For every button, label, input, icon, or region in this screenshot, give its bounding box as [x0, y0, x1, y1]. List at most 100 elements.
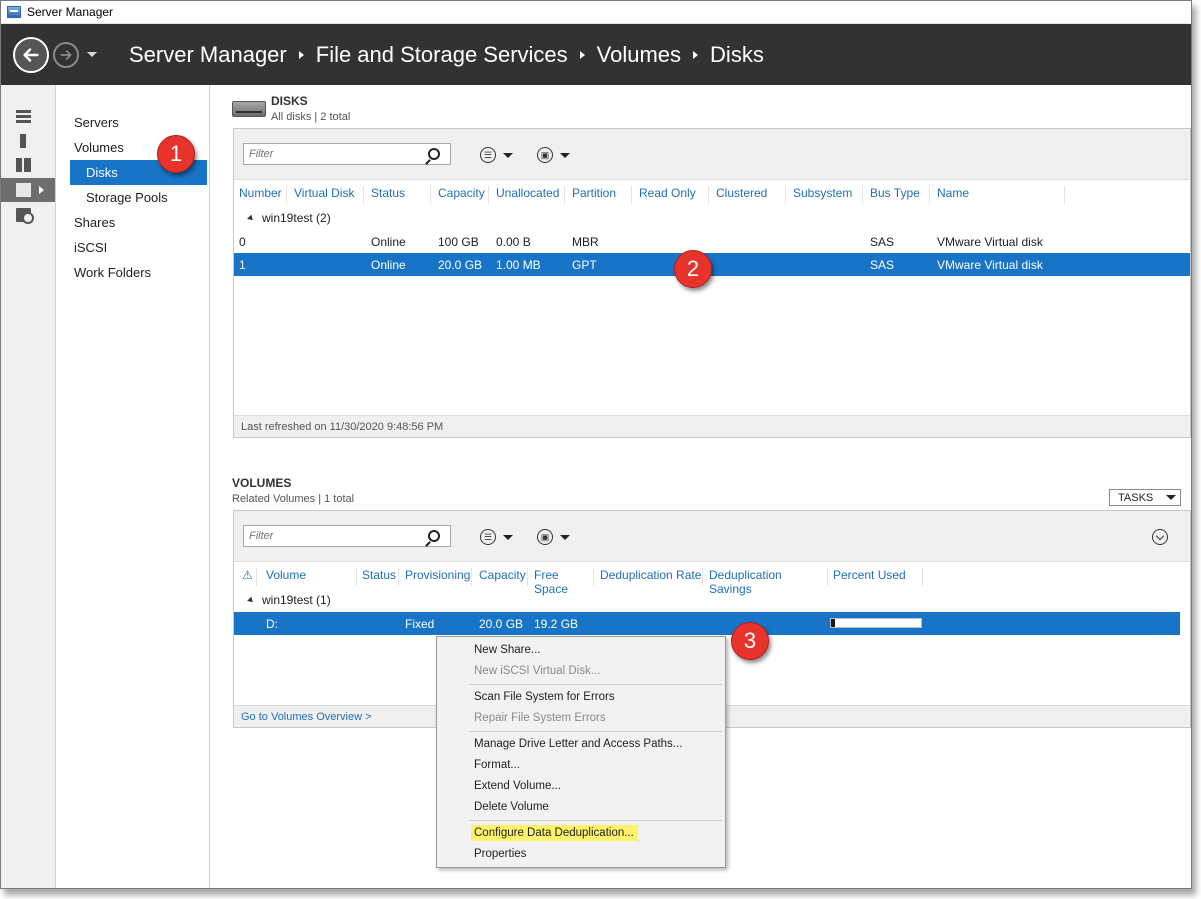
- col-status[interactable]: Status: [357, 568, 399, 586]
- breadcrumb-volumes[interactable]: Volumes: [597, 42, 681, 68]
- col-dedup-rate[interactable]: Deduplication Rate: [595, 568, 703, 586]
- col-unallocated[interactable]: Unallocated: [491, 186, 565, 204]
- col-virtual-disk[interactable]: Virtual Disk: [289, 186, 364, 204]
- collapse-triangle-icon[interactable]: [247, 214, 255, 223]
- disks-header: DISKS All disks | 2 total: [271, 94, 350, 123]
- all-servers-nav[interactable]: [1, 153, 55, 177]
- col-clustered[interactable]: Clustered: [711, 186, 786, 204]
- callout-badge-2: 2: [674, 250, 712, 288]
- col-capacity[interactable]: Capacity: [474, 568, 528, 586]
- volumes-group-label: win19test (1): [262, 593, 331, 607]
- cell-unallocated: 0.00 B: [496, 235, 531, 249]
- cell-volume: D:: [266, 617, 278, 631]
- save-query-icon: ▣: [537, 147, 553, 163]
- col-volume[interactable]: Volume: [261, 568, 357, 586]
- menu-label: Format...: [474, 759, 521, 771]
- disks-save-query-button[interactable]: ▣: [537, 147, 570, 163]
- recent-pages-dropdown[interactable]: [87, 52, 97, 57]
- volumes-header: VOLUMES Related Volumes | 1 total: [232, 476, 354, 505]
- cell-free-space: 19.2 GB: [534, 617, 579, 631]
- callout-badge-1: 1: [157, 135, 195, 173]
- subnav-servers[interactable]: Servers: [56, 110, 209, 135]
- disks-group-label: win19test (2): [262, 211, 331, 225]
- disks-panel: ☰ ▣ Number Virtual Disk Status Capacity …: [233, 128, 1191, 438]
- breadcrumb-file-storage[interactable]: File and Storage Services: [316, 42, 568, 68]
- back-button[interactable]: [13, 36, 49, 73]
- disks-filter-input[interactable]: [244, 144, 424, 164]
- dashboard-nav[interactable]: [1, 105, 55, 129]
- callout-badge-3: 3: [731, 622, 769, 660]
- volumes-save-query-button[interactable]: ▣: [537, 529, 570, 545]
- dashboard-icon: [16, 110, 31, 124]
- col-read-only[interactable]: Read Only: [634, 186, 709, 204]
- menu-delete-volume[interactable]: Delete Volume: [437, 797, 725, 818]
- menu-format[interactable]: Format...: [437, 755, 725, 776]
- cell-partition: GPT: [572, 258, 597, 272]
- local-server-nav[interactable]: [1, 129, 55, 153]
- menu-extend-volume[interactable]: Extend Volume...: [437, 776, 725, 797]
- menu-label: Scan File System for Errors: [474, 691, 615, 703]
- menu-label: Properties: [474, 848, 527, 860]
- volumes-view-options-button[interactable]: ☰: [480, 529, 513, 545]
- subnav-iscsi[interactable]: iSCSI: [56, 235, 209, 260]
- menu-configure-data-deduplication[interactable]: Configure Data Deduplication...: [437, 823, 725, 844]
- table-row-selected[interactable]: D: Fixed 20.0 GB 19.2 GB: [234, 612, 1180, 635]
- menu-manage-drive-letter[interactable]: Manage Drive Letter and Access Paths...: [437, 734, 725, 755]
- warning-column-icon[interactable]: ⚠: [237, 568, 257, 586]
- volumes-filter-input[interactable]: [244, 526, 424, 546]
- file-storage-nav[interactable]: [1, 178, 55, 202]
- subnav-shares[interactable]: Shares: [56, 210, 209, 235]
- chevron-down-icon: [503, 534, 513, 540]
- search-icon[interactable]: [428, 530, 440, 542]
- table-row[interactable]: 0 Online 100 GB 0.00 B MBR SAS VMware Vi…: [234, 230, 1190, 253]
- menu-new-share[interactable]: New Share...: [437, 640, 725, 661]
- menu-separator: [469, 820, 722, 821]
- col-partition[interactable]: Partition: [567, 186, 632, 204]
- forward-button[interactable]: [53, 41, 79, 68]
- chevron-down-icon: [1166, 495, 1177, 500]
- disks-subtitle: All disks | 2 total: [271, 111, 351, 123]
- col-capacity[interactable]: Capacity: [433, 186, 489, 204]
- menu-properties[interactable]: Properties: [437, 844, 725, 865]
- volumes-toolbar: ☰ ▣: [234, 511, 1190, 562]
- col-free-space[interactable]: Free Space: [529, 568, 594, 596]
- cell-number: 1: [239, 258, 246, 272]
- breadcrumb-server-manager[interactable]: Server Manager: [129, 42, 287, 68]
- volumes-column-headers: ⚠ Volume Status Provisioning Capacity Fr…: [234, 562, 1190, 596]
- volumes-filter-box: [243, 525, 451, 547]
- volumes-group-header[interactable]: win19test (1): [234, 588, 1190, 612]
- menu-new-iscsi-virtual-disk: New iSCSI Virtual Disk...: [437, 661, 725, 682]
- col-name[interactable]: Name: [932, 186, 1065, 204]
- disks-group-header[interactable]: win19test (2): [234, 206, 1190, 230]
- iis-nav[interactable]: [1, 203, 55, 227]
- cell-capacity: 20.0 GB: [479, 617, 524, 631]
- cell-status: Online: [371, 258, 406, 272]
- disks-view-options-button[interactable]: ☰: [480, 147, 513, 163]
- col-percent-used[interactable]: Percent Used: [828, 568, 923, 586]
- disks-column-headers: Number Virtual Disk Status Capacity Unal…: [234, 180, 1190, 206]
- col-dedup-savings[interactable]: Deduplication Savings: [704, 568, 828, 596]
- file-storage-subnav: Servers Volumes Disks Storage Pools Shar…: [56, 85, 210, 888]
- col-subsystem[interactable]: Subsystem: [788, 186, 863, 204]
- search-icon[interactable]: [428, 148, 440, 160]
- menu-label: New Share...: [474, 644, 541, 656]
- menu-scan-file-system[interactable]: Scan File System for Errors: [437, 687, 725, 708]
- table-row-selected[interactable]: 1 Online 20.0 GB 1.00 MB GPT SAS VMware …: [234, 253, 1190, 276]
- chevron-down-icon: [560, 534, 570, 540]
- volumes-tasks-dropdown[interactable]: TASKS: [1109, 489, 1181, 506]
- server-manager-window: Server Manager Server Manager File and S…: [0, 0, 1192, 889]
- volumes-title: VOLUMES: [232, 476, 292, 490]
- server-manager-app-icon: [7, 6, 21, 18]
- expand-collapse-button[interactable]: [1152, 529, 1168, 545]
- expand-arrow-icon: [39, 186, 44, 194]
- col-number[interactable]: Number: [234, 186, 287, 204]
- menu-label: Manage Drive Letter and Access Paths...: [474, 738, 683, 750]
- col-bus-type[interactable]: Bus Type: [865, 186, 930, 204]
- breadcrumb-disks[interactable]: Disks: [710, 42, 764, 68]
- collapse-triangle-icon[interactable]: [247, 596, 255, 605]
- subnav-work-folders[interactable]: Work Folders: [56, 260, 209, 285]
- subnav-storage-pools[interactable]: Storage Pools: [56, 185, 209, 210]
- col-status[interactable]: Status: [366, 186, 431, 204]
- percent-used-fill: [831, 619, 835, 627]
- col-provisioning[interactable]: Provisioning: [400, 568, 472, 586]
